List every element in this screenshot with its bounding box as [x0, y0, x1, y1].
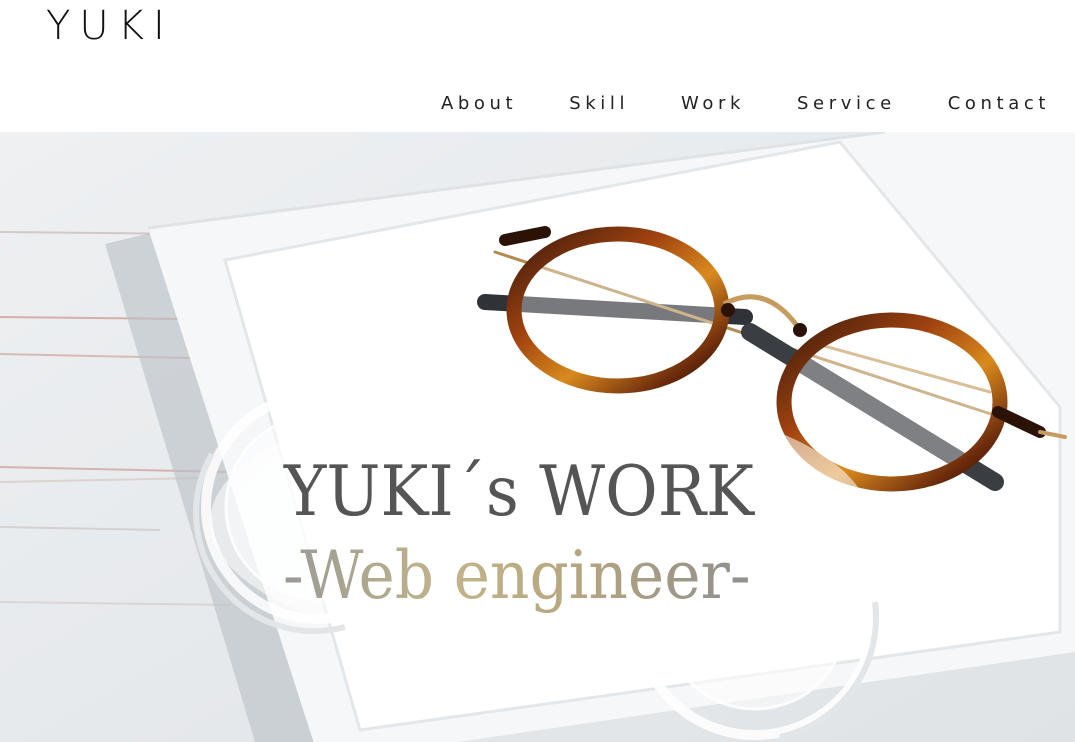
site-header: YUKI About Skill Work Service Contact — [0, 0, 1075, 132]
hero-title: YUKI´s WORK — [284, 452, 754, 532]
page: YUKI About Skill Work Service Contact YU… — [0, 0, 1075, 742]
nav-link-work[interactable]: Work — [681, 91, 745, 117]
hero-subtitle: -Web engineer- — [283, 537, 751, 614]
nav-item-contact: Contact — [948, 91, 1050, 117]
nav-item-about: About — [441, 91, 517, 117]
nav-link-about[interactable]: About — [441, 91, 517, 117]
nav-item-skill: Skill — [569, 91, 629, 117]
main-nav: About Skill Work Service Contact — [389, 91, 1050, 117]
site-logo[interactable]: YUKI — [46, 2, 174, 50]
hero-image — [0, 132, 1075, 742]
nav-link-contact[interactable]: Contact — [948, 91, 1050, 117]
hero-section: YUKI´s WORK -Web engineer- — [0, 132, 1075, 742]
nav-link-service[interactable]: Service — [797, 91, 896, 117]
nav-link-skill[interactable]: Skill — [569, 91, 629, 117]
nav-item-work: Work — [681, 91, 745, 117]
nav-item-service: Service — [797, 91, 896, 117]
